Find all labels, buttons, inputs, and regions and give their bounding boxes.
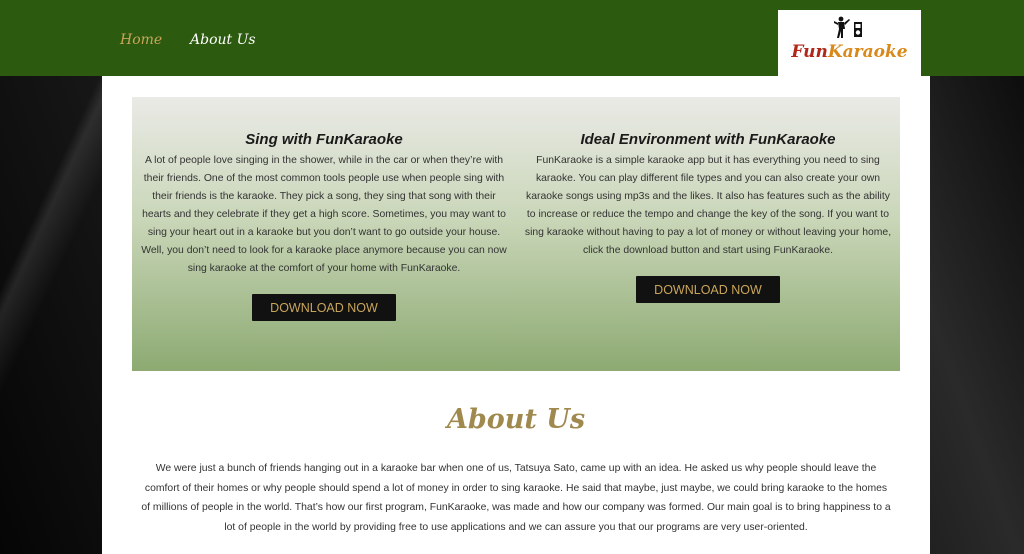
feature-sing: Sing with FunKaraoke A lot of people lov… xyxy=(140,131,508,278)
feature-sing-text: A lot of people love singing in the show… xyxy=(141,155,507,274)
hero-panel: Sing with FunKaraoke A lot of people lov… xyxy=(132,97,900,371)
feature-sing-title: Sing with FunKaraoke xyxy=(245,131,403,148)
download-now-button-secondary[interactable]: DOWNLOAD NOW xyxy=(636,276,780,303)
singer-with-speaker-icon xyxy=(834,16,862,38)
top-navbar: Home About Us FunKaraoke xyxy=(0,0,1024,76)
nav-about-link[interactable]: About Us xyxy=(190,32,256,48)
feature-environment-text: FunKaraoke is a simple karaoke app but i… xyxy=(524,155,892,256)
logo-wordmark: FunKaraoke xyxy=(791,42,908,62)
site-logo[interactable]: FunKaraoke xyxy=(778,10,921,76)
feature-environment: Ideal Environment with FunKaraoke FunKar… xyxy=(524,131,892,260)
nav-home-link[interactable]: Home xyxy=(120,32,162,48)
about-us-heading: About Us xyxy=(446,404,586,435)
feature-environment-title: Ideal Environment with FunKaraoke xyxy=(580,131,836,148)
download-now-button[interactable]: DOWNLOAD NOW xyxy=(252,294,396,321)
about-us-text: We were just a bunch of friends hanging … xyxy=(141,463,891,533)
main-content: Sing with FunKaraoke A lot of people lov… xyxy=(102,76,930,554)
